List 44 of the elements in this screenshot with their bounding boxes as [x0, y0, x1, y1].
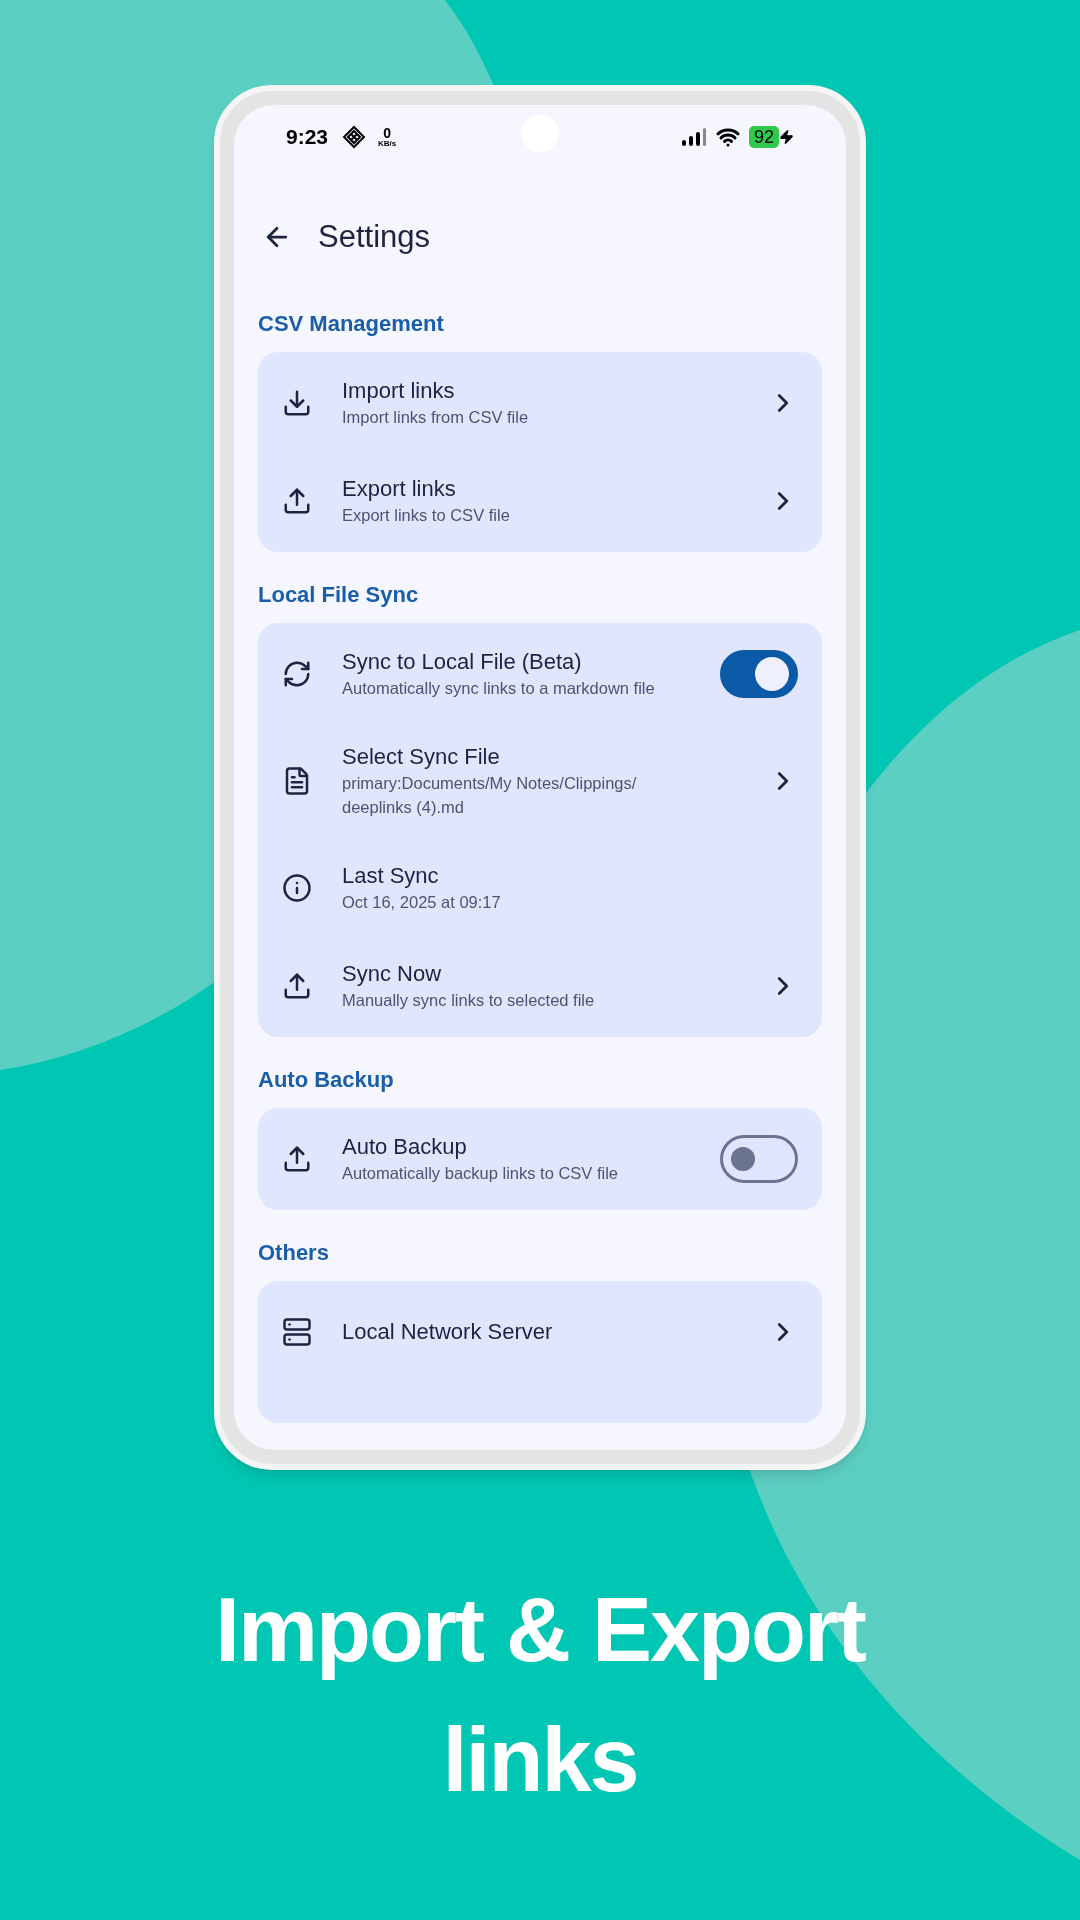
row-title: Sync to Local File (Beta) [342, 648, 583, 676]
section-heading: Local File Sync [258, 581, 420, 609]
server-icon [282, 1317, 312, 1347]
toggle-switch[interactable] [720, 650, 798, 698]
promo-caption: Import & Export links [214, 1579, 867, 1812]
net-speed-value: 0 [383, 126, 392, 140]
toggle-switch[interactable] [720, 1135, 798, 1183]
row-title: Local Network Server [342, 1318, 554, 1346]
settings-row[interactable]: Select Sync File primary:Documents/My Notes/Clippings/ deeplinks (4).md [258, 723, 822, 839]
row-title: Last Sync [342, 862, 440, 890]
screen-title: Settings [318, 217, 430, 256]
battery-level: 92 [748, 126, 779, 148]
row-subtitle: Manually sync links to selected file [342, 990, 596, 1011]
row-title: Auto Backup [342, 1133, 468, 1161]
row-subtitle: Automatically backup links to CSV file [342, 1163, 620, 1184]
upload-icon [282, 1144, 312, 1174]
settings-row[interactable]: Sync to Local File (Beta) Automatically sync links to a markdown file [258, 625, 822, 723]
settings-row[interactable]: Import links Import links from CSV file [258, 354, 822, 452]
settings-row[interactable]: Export links Export links to CSV file [258, 452, 822, 550]
net-speed-unit: KB/s [378, 140, 397, 148]
download-icon [282, 388, 312, 418]
status-time: 9:23 [286, 124, 329, 151]
settings-row[interactable]: Sync Now Manually sync links to selected file [258, 937, 822, 1035]
row-subtitle: Automatically sync links to a markdown file [342, 678, 656, 699]
app-status-icon [342, 125, 367, 149]
settings-row[interactable]: Local Network Server [258, 1283, 822, 1381]
info-icon [282, 873, 312, 903]
row-title: Export links [342, 475, 457, 503]
row-subtitle: Export links to CSV file [342, 505, 511, 526]
row-subtitle: primary:Documents/My Notes/Clippings/ deeplinks (4).md [342, 773, 638, 818]
row-title: Select Sync File [342, 743, 501, 771]
row-subtitle: Oct 16, 2025 at 09:17 [342, 892, 502, 913]
section-heading: CSV Management [258, 310, 445, 338]
upload-icon [282, 971, 312, 1001]
section-heading: Others [258, 1239, 330, 1267]
settings-row[interactable]: Auto Backup Automatically backup links to CSV file [258, 1110, 822, 1208]
row-title: Sync Now [342, 960, 443, 988]
row-title: Import links [342, 377, 456, 405]
signal-icon [680, 127, 707, 147]
row-subtitle: Import links from CSV file [342, 407, 530, 428]
upload-icon [282, 486, 312, 516]
settings-row[interactable]: Last Sync Oct 16, 2025 at 09:17 [258, 839, 822, 937]
refresh-icon [282, 659, 312, 689]
section-heading: Auto Backup [258, 1066, 395, 1094]
